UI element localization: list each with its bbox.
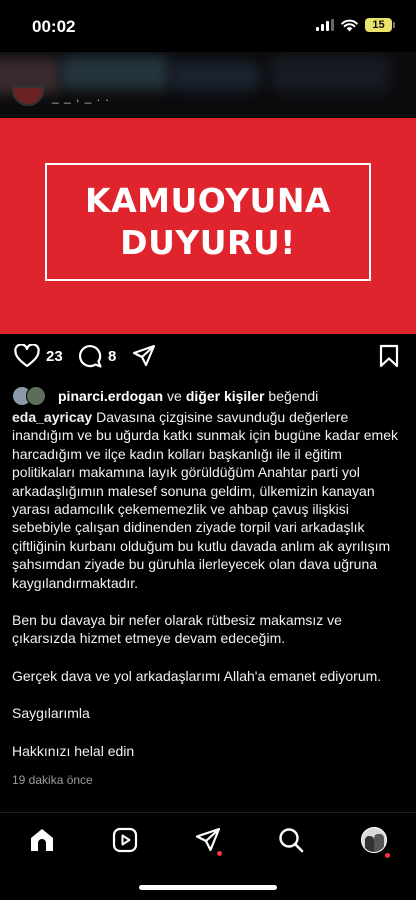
liked-by-username[interactable]: pinarci.erdogan [58,388,163,404]
status-icons: 15 [316,18,395,32]
announcement-frame: KAMUOYUNA DUYURU! [45,163,371,281]
caption-paragraph: Gerçek dava ve yol arkadaşlarımı Allah'a… [12,667,382,684]
comment-icon [79,345,102,368]
liker-avatars [12,386,52,406]
heart-icon [14,344,40,368]
home-icon [31,829,53,851]
caption-text: Davasına çizgisine savunduğu değerlere i… [12,409,399,591]
liked-by-row[interactable]: pinarci.erdogan ve diğer kişiler beğendi [12,386,412,406]
notification-dot [385,853,390,858]
post-caption: eda_ayricay Davasına çizgisine savunduğu… [12,408,408,760]
reels-icon [112,827,138,853]
bookmark-icon [379,344,399,368]
notification-dot [217,851,222,856]
comment-count[interactable]: 8 [108,348,116,365]
status-bar: 00:02 15 [0,0,416,52]
search-icon [279,828,304,853]
post-image[interactable]: KAMUOYUNA DUYURU! [0,118,416,334]
wifi-icon [341,19,358,31]
caption-author[interactable]: eda_ayricay [12,409,92,425]
image-headline-line-1: KAMUOYUNA [85,181,331,220]
post-timestamp: 19 dakika önce [12,773,93,787]
like-button[interactable]: 23 [14,344,63,368]
home-indicator [139,885,277,890]
caption-paragraph: Saygılarımla [12,705,90,722]
profile-avatar [361,827,387,853]
nav-search[interactable] [276,825,306,855]
liked-by-others[interactable]: diğer kişiler [186,388,265,404]
nav-home[interactable] [27,825,57,855]
nav-profile[interactable] [359,825,390,858]
direct-icon [195,827,221,852]
nav-direct[interactable] [193,825,223,856]
caption-paragraph: Hakkınızı helal edin [12,742,135,759]
post-actions: 23 8 [0,344,416,376]
status-time: 00:02 [32,17,76,36]
battery-indicator: 15 [365,18,395,32]
share-button[interactable] [132,344,156,368]
liker-avatar [26,386,46,406]
like-count[interactable]: 23 [46,348,63,365]
send-icon [132,344,156,367]
comment-button[interactable]: 8 [78,344,116,368]
caption-first-paragraph: eda_ayricay Davasına çizgisine savunduğu… [12,408,408,592]
liked-by-suffix: beğendi [268,388,319,404]
save-button[interactable] [378,344,400,368]
liked-by-joiner: ve [167,388,182,404]
nav-reels[interactable] [110,825,140,855]
caption-paragraph: Ben bu davaya bir nefer olarak rütbesiz … [12,612,342,647]
image-headline-line-2: DUYURU! [120,223,296,262]
cellular-signal-icon [316,19,334,31]
post-author-username[interactable]: _ _ , _ . . [52,90,110,104]
blurred-previous-content [0,52,416,118]
